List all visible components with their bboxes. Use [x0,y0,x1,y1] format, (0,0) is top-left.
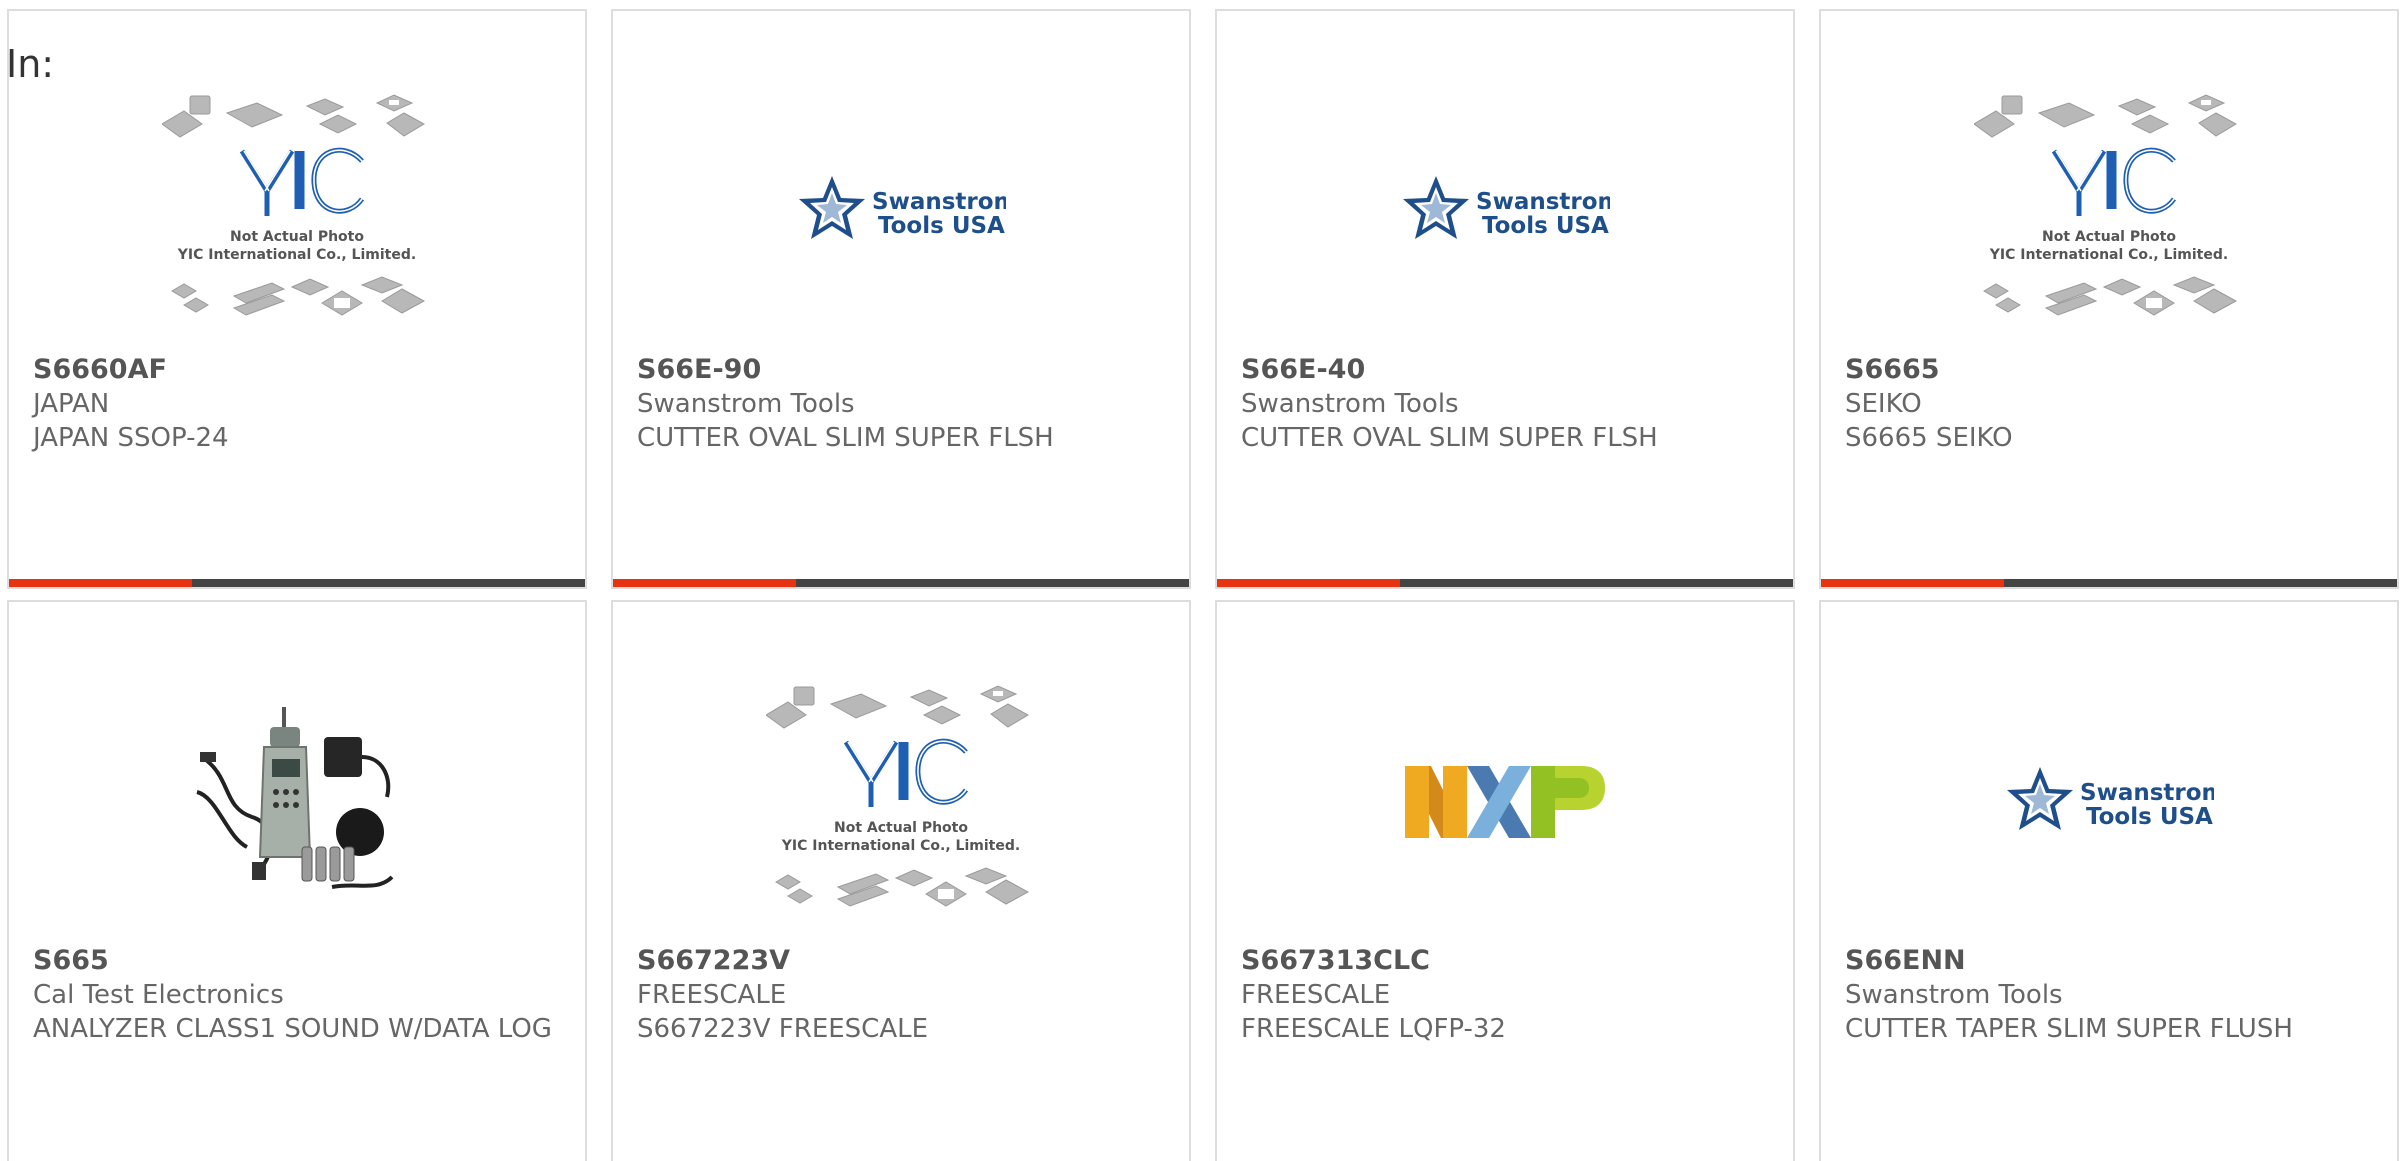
swanstrom-logo-icon: Swanstrom Tools USA [2007,767,2214,830]
product-card[interactable]: Swanstrom Tools USA S66E-90 Swanstrom To… [611,9,1191,589]
card-bar [9,579,585,587]
placeholder-caption-1: Not Actual Photo [2042,229,2176,245]
product-image: Swanstrom Tools USA [613,81,1189,341]
manufacturer: Swanstrom Tools [1241,389,1459,419]
description: CUTTER OVAL SLIM SUPER FLSH [1241,423,1658,453]
product-card[interactable]: Not Actual Photo YIC International Co., … [1819,9,2399,589]
sound-analyzer-photo-icon [192,697,402,907]
product-image: Swanstrom Tools USA [1821,672,2397,932]
placeholder-caption-2: YIC International Co., Limited. [177,247,416,263]
card-bar-accent [9,579,192,587]
logo-text-1: Swanstrom [1476,189,1610,215]
product-image: Not Actual Photo YIC International Co., … [613,672,1189,932]
page: In: Not Actual Photo YIC International C… [0,0,2400,1161]
yic-placeholder-icon: Not Actual Photo YIC International Co., … [162,94,426,316]
manufacturer: Swanstrom Tools [1845,980,2063,1010]
swanstrom-logo-icon: Swanstrom Tools USA [1403,176,1610,239]
product-image [9,672,585,932]
description: CUTTER TAPER SLIM SUPER FLUSH [1845,1014,2293,1044]
manufacturer: Swanstrom Tools [637,389,855,419]
manufacturer: JAPAN [33,389,110,419]
logo-text-1: Swanstrom [2080,780,2214,806]
product-image [1217,672,1793,932]
part-number-link[interactable]: S667223V [637,944,1165,978]
product-card[interactable]: Not Actual Photo YIC International Co., … [7,9,587,589]
filter-in-label: In: [6,42,55,86]
part-number-link[interactable]: S6665 [1845,353,2373,387]
logo-text-2: Tools USA [2086,804,2213,830]
logo-text-2: Tools USA [1482,213,1609,239]
product-card[interactable]: S667313CLC FREESCALE FREESCALE LQFP-32 [1215,600,1795,1161]
product-grid: Not Actual Photo YIC International Co., … [7,9,2399,1161]
description: FREESCALE LQFP-32 [1241,1014,1506,1044]
product-card[interactable]: Swanstrom Tools USA S66ENN Swanstrom Too… [1819,600,2399,1161]
card-bar-accent [1217,579,1400,587]
description: CUTTER OVAL SLIM SUPER FLSH [637,423,1054,453]
description: S6665 SEIKO [1845,423,2013,453]
description: S667223V FREESCALE [637,1014,929,1044]
part-number-link[interactable]: S66E-40 [1241,353,1769,387]
product-image: Not Actual Photo YIC International Co., … [9,81,585,341]
placeholder-caption-2: YIC International Co., Limited. [781,838,1020,854]
manufacturer: FREESCALE [1241,980,1391,1010]
yic-placeholder-icon: Not Actual Photo YIC International Co., … [1974,94,2238,316]
placeholder-caption-2: YIC International Co., Limited. [1989,247,2228,263]
placeholder-caption-1: Not Actual Photo [834,820,968,836]
yic-placeholder-icon: Not Actual Photo YIC International Co., … [766,685,1030,907]
part-number-link[interactable]: S66E-90 [637,353,1165,387]
manufacturer: SEIKO [1845,389,1922,419]
card-bar [1821,579,2397,587]
product-card[interactable]: S665 Cal Test Electronics ANALYZER CLASS… [7,600,587,1161]
product-card[interactable]: Not Actual Photo YIC International Co., … [611,600,1191,1161]
nxp-logo-icon [1405,766,1605,838]
part-number-link[interactable]: S66ENN [1845,944,2373,978]
manufacturer: Cal Test Electronics [33,980,284,1010]
part-number-link[interactable]: S6660AF [33,353,561,387]
description: JAPAN SSOP-24 [33,423,229,453]
card-bar-accent [1821,579,2004,587]
placeholder-caption-1: Not Actual Photo [230,229,364,245]
part-number-link[interactable]: S667313CLC [1241,944,1769,978]
logo-text-2: Tools USA [878,213,1005,239]
manufacturer: FREESCALE [637,980,787,1010]
card-bar [613,579,1189,587]
description: ANALYZER CLASS1 SOUND W/DATA LOG [33,1014,552,1044]
part-number-link[interactable]: S665 [33,944,561,978]
swanstrom-logo-icon: Swanstrom Tools USA [799,176,1006,239]
product-card[interactable]: Swanstrom Tools USA S66E-40 Swanstrom To… [1215,9,1795,589]
card-bar-accent [613,579,796,587]
product-image: Swanstrom Tools USA [1217,81,1793,341]
card-bar [1217,579,1793,587]
logo-text-1: Swanstrom [872,189,1006,215]
product-image: Not Actual Photo YIC International Co., … [1821,81,2397,341]
